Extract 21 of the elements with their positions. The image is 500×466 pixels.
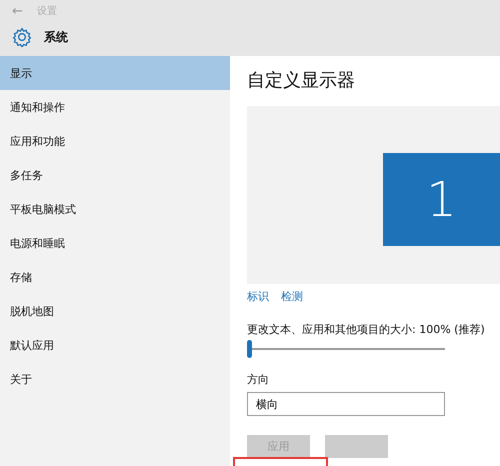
section-title: 系统 [44, 28, 68, 46]
sidebar-item[interactable]: 默认应用 [0, 328, 230, 362]
slider-thumb[interactable] [247, 340, 252, 358]
sidebar-item[interactable]: 平板电脑模式 [0, 192, 230, 226]
link[interactable]: 标识 [247, 289, 269, 304]
orientation-dropdown[interactable]: 横向 [247, 392, 445, 416]
sidebar-item[interactable]: 显示 [0, 56, 230, 90]
sidebar-item[interactable]: 关于 [0, 362, 230, 396]
page-title: 自定义显示器 [247, 69, 356, 92]
orientation-label: 方向 [247, 373, 269, 386]
link[interactable]: 检测 [281, 289, 303, 304]
monitor-tile[interactable]: 1 [383, 153, 500, 246]
sidebar-item[interactable]: 电源和睡眠 [0, 226, 230, 260]
scale-label: 更改文本、应用和其他项目的大小: 100% (推荐) [247, 323, 485, 336]
window-title: 设置 [36, 4, 57, 18]
settings-icon [12, 27, 32, 47]
sidebar-item[interactable]: 存储 [0, 260, 230, 294]
sidebar-item[interactable]: 应用和功能 [0, 124, 230, 158]
sidebar-item[interactable]: 脱机地图 [0, 294, 230, 328]
sidebar-item[interactable]: 多任务 [0, 158, 230, 192]
sidebar-item[interactable]: 通知和操作 [0, 90, 230, 124]
